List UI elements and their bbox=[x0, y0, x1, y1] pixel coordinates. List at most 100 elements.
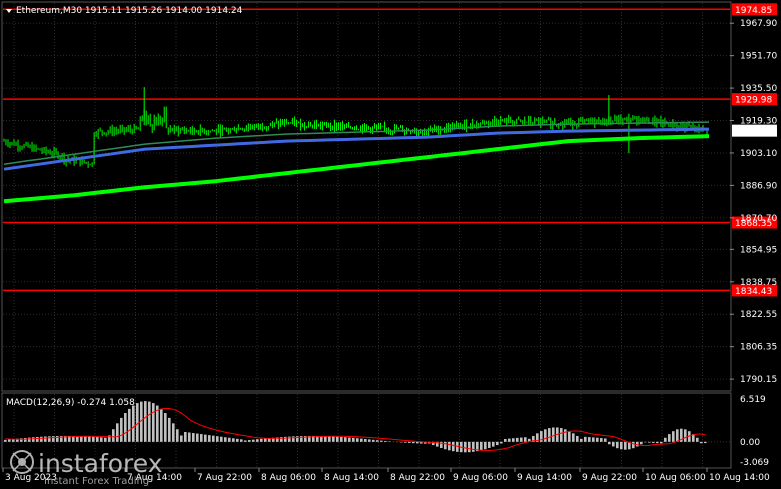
macd-bar bbox=[120, 417, 123, 442]
macd-bar bbox=[448, 441, 451, 451]
macd-bar bbox=[324, 436, 327, 442]
macd-bar bbox=[380, 440, 383, 442]
time-tick-label: 9 Aug 22:00 bbox=[582, 473, 637, 483]
macd-bar bbox=[580, 438, 583, 442]
macd-bar bbox=[444, 441, 447, 450]
macd-bar bbox=[228, 437, 231, 442]
macd-bar bbox=[668, 434, 671, 442]
macd-bar bbox=[332, 436, 335, 442]
macd-bar bbox=[520, 437, 523, 442]
macd-bar bbox=[408, 441, 411, 443]
macd-bar bbox=[624, 441, 627, 450]
macd-bar bbox=[648, 441, 651, 443]
macd-bar bbox=[400, 441, 403, 443]
macd-tick-label: 6.519 bbox=[740, 395, 766, 405]
macd-bar bbox=[336, 436, 339, 442]
macd-bar bbox=[176, 429, 179, 442]
macd-bar bbox=[488, 441, 491, 449]
macd-bar bbox=[468, 441, 471, 453]
macd-bar bbox=[612, 441, 615, 447]
macd-bar bbox=[632, 441, 635, 449]
time-tick-label: 8 Aug 06:00 bbox=[261, 473, 316, 483]
macd-bar bbox=[544, 429, 547, 442]
macd-bar bbox=[504, 439, 507, 442]
macd-bar bbox=[80, 436, 83, 442]
macd-bar bbox=[560, 428, 563, 442]
macd-bar bbox=[376, 440, 379, 442]
time-tick-label: 8 Aug 22:00 bbox=[390, 473, 445, 483]
macd-bar bbox=[604, 438, 607, 442]
level-label: 1929.98 bbox=[735, 96, 772, 106]
macd-bar bbox=[656, 441, 659, 444]
macd-bar bbox=[608, 441, 611, 445]
macd-bar bbox=[684, 429, 687, 442]
macd-bar bbox=[260, 438, 263, 442]
macd-bar bbox=[480, 441, 483, 451]
macd-bar bbox=[464, 441, 467, 453]
macd-bar bbox=[132, 405, 135, 442]
symbol-title: Ethereum,M30 1915.11 1915.26 1914.00 191… bbox=[16, 6, 243, 16]
macd-bar bbox=[404, 441, 407, 443]
macd-bar bbox=[36, 436, 39, 442]
macd-bar bbox=[152, 403, 155, 442]
price-tick-label: 1790.15 bbox=[740, 375, 777, 385]
price-tick-label: 1903.10 bbox=[740, 149, 777, 159]
time-tick-label: 8 Aug 14:00 bbox=[324, 473, 379, 483]
macd-bar bbox=[180, 435, 183, 442]
macd-bar bbox=[208, 435, 211, 442]
macd-bar bbox=[492, 441, 495, 447]
macd-bar bbox=[144, 401, 147, 442]
macd-bar bbox=[192, 433, 195, 442]
macd-bar bbox=[48, 436, 51, 442]
macd-bar bbox=[184, 431, 187, 442]
macd-bar bbox=[576, 435, 579, 442]
macd-bar bbox=[512, 438, 515, 442]
macd-bar bbox=[88, 436, 91, 442]
macd-bar bbox=[172, 423, 175, 442]
macd-bar bbox=[700, 441, 703, 444]
macd-bar bbox=[696, 437, 699, 442]
macd-bar bbox=[164, 413, 167, 442]
price-tick-label: 1967.90 bbox=[740, 19, 777, 29]
macd-bar bbox=[104, 437, 107, 442]
time-tick-label: 9 Aug 06:00 bbox=[453, 473, 508, 483]
macd-bar bbox=[588, 437, 591, 442]
macd-bar bbox=[472, 441, 475, 452]
macd-bar bbox=[384, 440, 387, 442]
macd-bar bbox=[136, 403, 139, 442]
macd-tick-label: 0.00 bbox=[740, 438, 760, 448]
macd-bar bbox=[500, 441, 503, 444]
macd-bar bbox=[264, 438, 267, 442]
macd-bar bbox=[32, 437, 35, 442]
macd-bar bbox=[368, 439, 371, 442]
time-tick-label: 9 Aug 14:00 bbox=[517, 473, 572, 483]
macd-bar bbox=[352, 437, 355, 442]
macd-bar bbox=[8, 439, 11, 442]
macd-bar bbox=[116, 423, 119, 442]
macd-bar bbox=[548, 428, 551, 442]
macd-bar bbox=[44, 436, 47, 442]
macd-bar bbox=[24, 437, 27, 442]
macd-bar bbox=[340, 436, 343, 442]
macd-bar bbox=[84, 436, 87, 442]
macd-bar bbox=[516, 437, 519, 442]
macd-bar bbox=[92, 436, 95, 442]
level-label: 1834.43 bbox=[735, 287, 772, 297]
macd-bar bbox=[572, 433, 575, 442]
macd-bar bbox=[160, 408, 163, 442]
macd-bar bbox=[100, 437, 103, 442]
price-chart[interactable]: 1974.851929.981868.351834.43 6.5190.00-3… bbox=[0, 0, 781, 489]
macd-bar bbox=[28, 437, 31, 442]
macd-bar bbox=[596, 437, 599, 442]
macd-bar bbox=[128, 408, 131, 442]
macd-bar bbox=[40, 436, 43, 442]
price-tick-label: 1822.55 bbox=[740, 310, 777, 320]
macd-bar bbox=[568, 431, 571, 442]
macd-bar bbox=[664, 437, 667, 442]
price-tick-label: 1806.35 bbox=[740, 343, 777, 353]
price-tick-label: 1854.95 bbox=[740, 245, 777, 255]
macd-bar bbox=[552, 427, 555, 442]
macd-bar bbox=[564, 429, 567, 442]
macd-bar bbox=[328, 436, 331, 442]
macd-bar bbox=[508, 438, 511, 442]
